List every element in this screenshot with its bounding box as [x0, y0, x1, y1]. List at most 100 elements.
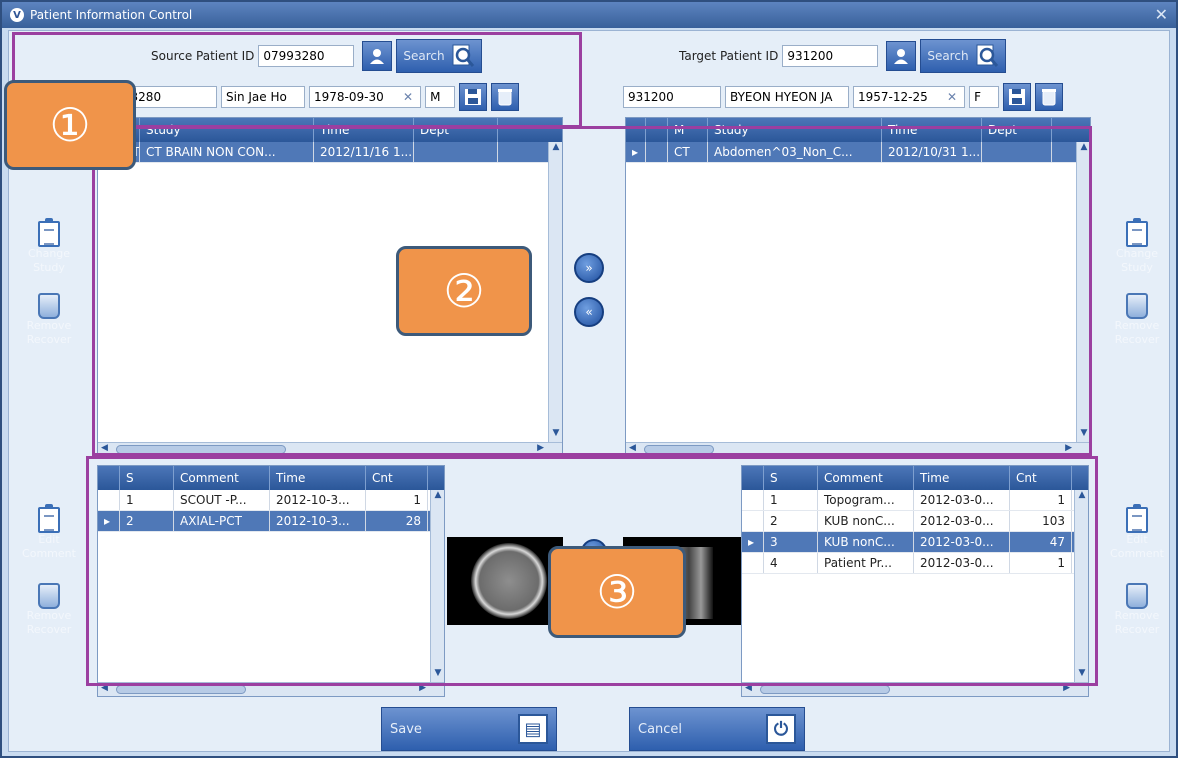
change-study-label: Change Study [27, 247, 71, 274]
floppy-icon [1009, 89, 1026, 105]
source-edit-comment-button[interactable]: Edit Comment [19, 504, 79, 561]
table-row[interactable]: ▸ 2 AXIAL-PCT 2012-10-3... 28 [98, 511, 444, 532]
target-search-button[interactable]: Search [920, 39, 1006, 73]
column-header[interactable]: Time [914, 466, 1010, 490]
comment-cell: Topogram... [818, 490, 914, 510]
target-remove-study-button[interactable]: Remove Recover [1107, 293, 1167, 347]
target-remove-series-button[interactable]: Remove Recover [1107, 583, 1167, 637]
study-cell: Abdomen^03_Non_C... [708, 142, 882, 162]
table-row[interactable]: 1 SCOUT -P... 2012-10-3... 1 [98, 490, 444, 511]
target-change-study-button[interactable]: Change Study [1107, 218, 1167, 275]
cancel-button[interactable]: Cancel ⏻ [629, 707, 805, 751]
series-number-cell: 3 [764, 532, 818, 552]
time-cell: 2012/10/31 1... [882, 142, 982, 162]
series-number-cell: 2 [764, 511, 818, 531]
target-series-grid[interactable]: S Comment Time Cnt 1 Topogram... 2012-03… [741, 465, 1089, 697]
horizontal-scrollbar[interactable]: ◀ ▶ [98, 682, 444, 696]
app-logo-icon: V [10, 8, 24, 22]
series-number-cell: 2 [120, 511, 174, 531]
column-header[interactable]: Study [708, 118, 882, 142]
target-birth-clear-icon[interactable]: ✕ [947, 90, 957, 104]
move-left-button[interactable]: « [574, 297, 604, 327]
series-number-cell: 1 [120, 490, 174, 510]
title-bar: V Patient Information Control ✕ [2, 2, 1176, 28]
clipboard-icon [38, 218, 60, 247]
vertical-scrollbar[interactable]: ▲ ▼ [1076, 142, 1090, 442]
source-search-button[interactable]: Search [396, 39, 482, 73]
column-header[interactable]: Dept [982, 118, 1052, 142]
column-header[interactable]: S [764, 466, 818, 490]
column-header[interactable]: Comment [818, 466, 914, 490]
source-birth-clear-icon[interactable]: ✕ [403, 90, 413, 104]
annotation-badge-3: ③ [548, 546, 686, 638]
study-cell: CT BRAIN NON CON... [140, 142, 314, 162]
time-cell: 2012-03-0... [914, 490, 1010, 510]
column-header[interactable]: Dept [414, 118, 498, 142]
source-delete-info-button[interactable] [491, 83, 520, 111]
client-area: Source Patient ID Search Target Patient … [8, 30, 1170, 752]
source-sex-field[interactable] [425, 86, 456, 108]
source-search-row: Source Patient ID Search [151, 39, 482, 73]
column-header[interactable]: Cnt [1010, 466, 1072, 490]
source-search-label: Search [403, 49, 445, 63]
column-header[interactable]: M [668, 118, 708, 142]
table-row[interactable]: 1 Topogram... 2012-03-0... 1 [742, 490, 1088, 511]
source-series-grid-header: S Comment Time Cnt [98, 466, 444, 490]
move-right-button[interactable]: » [574, 253, 604, 283]
trash-icon [498, 89, 513, 106]
column-header[interactable]: Comment [174, 466, 270, 490]
recycle-bin-icon [1126, 583, 1148, 609]
recycle-bin-icon [38, 293, 60, 319]
column-header[interactable]: S [120, 466, 174, 490]
target-sex-field[interactable] [969, 86, 1000, 108]
target-study-grid[interactable]: M Study Time Dept ▸ CT Abdomen^03_Non_C.… [625, 117, 1091, 457]
column-header[interactable]: Time [314, 118, 414, 142]
target-patient-lookup-button[interactable] [886, 41, 917, 71]
table-row[interactable]: 2 KUB nonC... 2012-03-0... 103 [742, 511, 1088, 532]
target-edit-comment-button[interactable]: Edit Comment [1107, 504, 1167, 561]
vertical-scrollbar[interactable]: ▲ ▼ [548, 142, 562, 442]
horizontal-scrollbar[interactable]: ◀ ▶ [626, 442, 1090, 456]
source-remove-series-button[interactable]: Remove Recover [19, 583, 79, 637]
target-delete-info-button[interactable] [1035, 83, 1064, 111]
time-cell: 2012-10-3... [270, 490, 366, 510]
floppy-icon [465, 89, 482, 105]
modality-cell: CT [668, 142, 708, 162]
source-save-info-button[interactable] [459, 83, 488, 111]
target-name-field[interactable] [725, 86, 849, 108]
column-header[interactable]: Study [140, 118, 314, 142]
table-row[interactable]: ▸ CT Abdomen^03_Non_C... 2012/10/31 1... [626, 142, 1090, 163]
source-patient-id-input[interactable] [258, 45, 355, 67]
column-header[interactable]: Time [270, 466, 366, 490]
target-id-field[interactable] [623, 86, 721, 108]
target-patient-id-input[interactable] [782, 45, 879, 67]
target-study-grid-header: M Study Time Dept [626, 118, 1090, 142]
save-button[interactable]: Save ▤ [381, 707, 557, 751]
target-series-grid-header: S Comment Time Cnt [742, 466, 1088, 490]
comment-cell: SCOUT -P... [174, 490, 270, 510]
target-patient-info-row: ✕ [623, 83, 1064, 111]
vertical-scrollbar[interactable]: ▲ ▼ [1074, 490, 1088, 682]
column-header[interactable]: Time [882, 118, 982, 142]
close-button[interactable]: ✕ [1155, 5, 1168, 24]
source-name-field[interactable] [221, 86, 305, 108]
magnifier-icon [449, 42, 477, 70]
annotation-badge-2: ② [396, 246, 532, 336]
power-icon: ⏻ [766, 714, 796, 744]
target-save-info-button[interactable] [1003, 83, 1032, 111]
horizontal-scrollbar[interactable]: ◀ ▶ [742, 682, 1088, 696]
horizontal-scrollbar[interactable]: ◀ ▶ [98, 442, 562, 456]
vertical-scrollbar[interactable]: ▲ ▼ [430, 490, 444, 682]
count-cell: 1 [366, 490, 428, 510]
source-remove-study-button[interactable]: Remove Recover [19, 293, 79, 347]
target-patient-id-label: Target Patient ID [679, 49, 779, 63]
table-row[interactable]: 4 Patient Pr... 2012-03-0... 1 [742, 553, 1088, 574]
source-preview-image [447, 537, 563, 625]
source-change-study-button[interactable]: Change Study [19, 218, 79, 275]
source-series-grid[interactable]: S Comment Time Cnt 1 SCOUT -P... 2012-10… [97, 465, 445, 697]
column-header[interactable]: Cnt [366, 466, 428, 490]
source-patient-lookup-button[interactable] [362, 41, 393, 71]
person-icon [894, 49, 909, 64]
table-row[interactable]: ▸ 3 KUB nonC... 2012-03-0... 47 [742, 532, 1088, 553]
table-row[interactable]: CT CT BRAIN NON CON... 2012/11/16 1... [98, 142, 562, 163]
